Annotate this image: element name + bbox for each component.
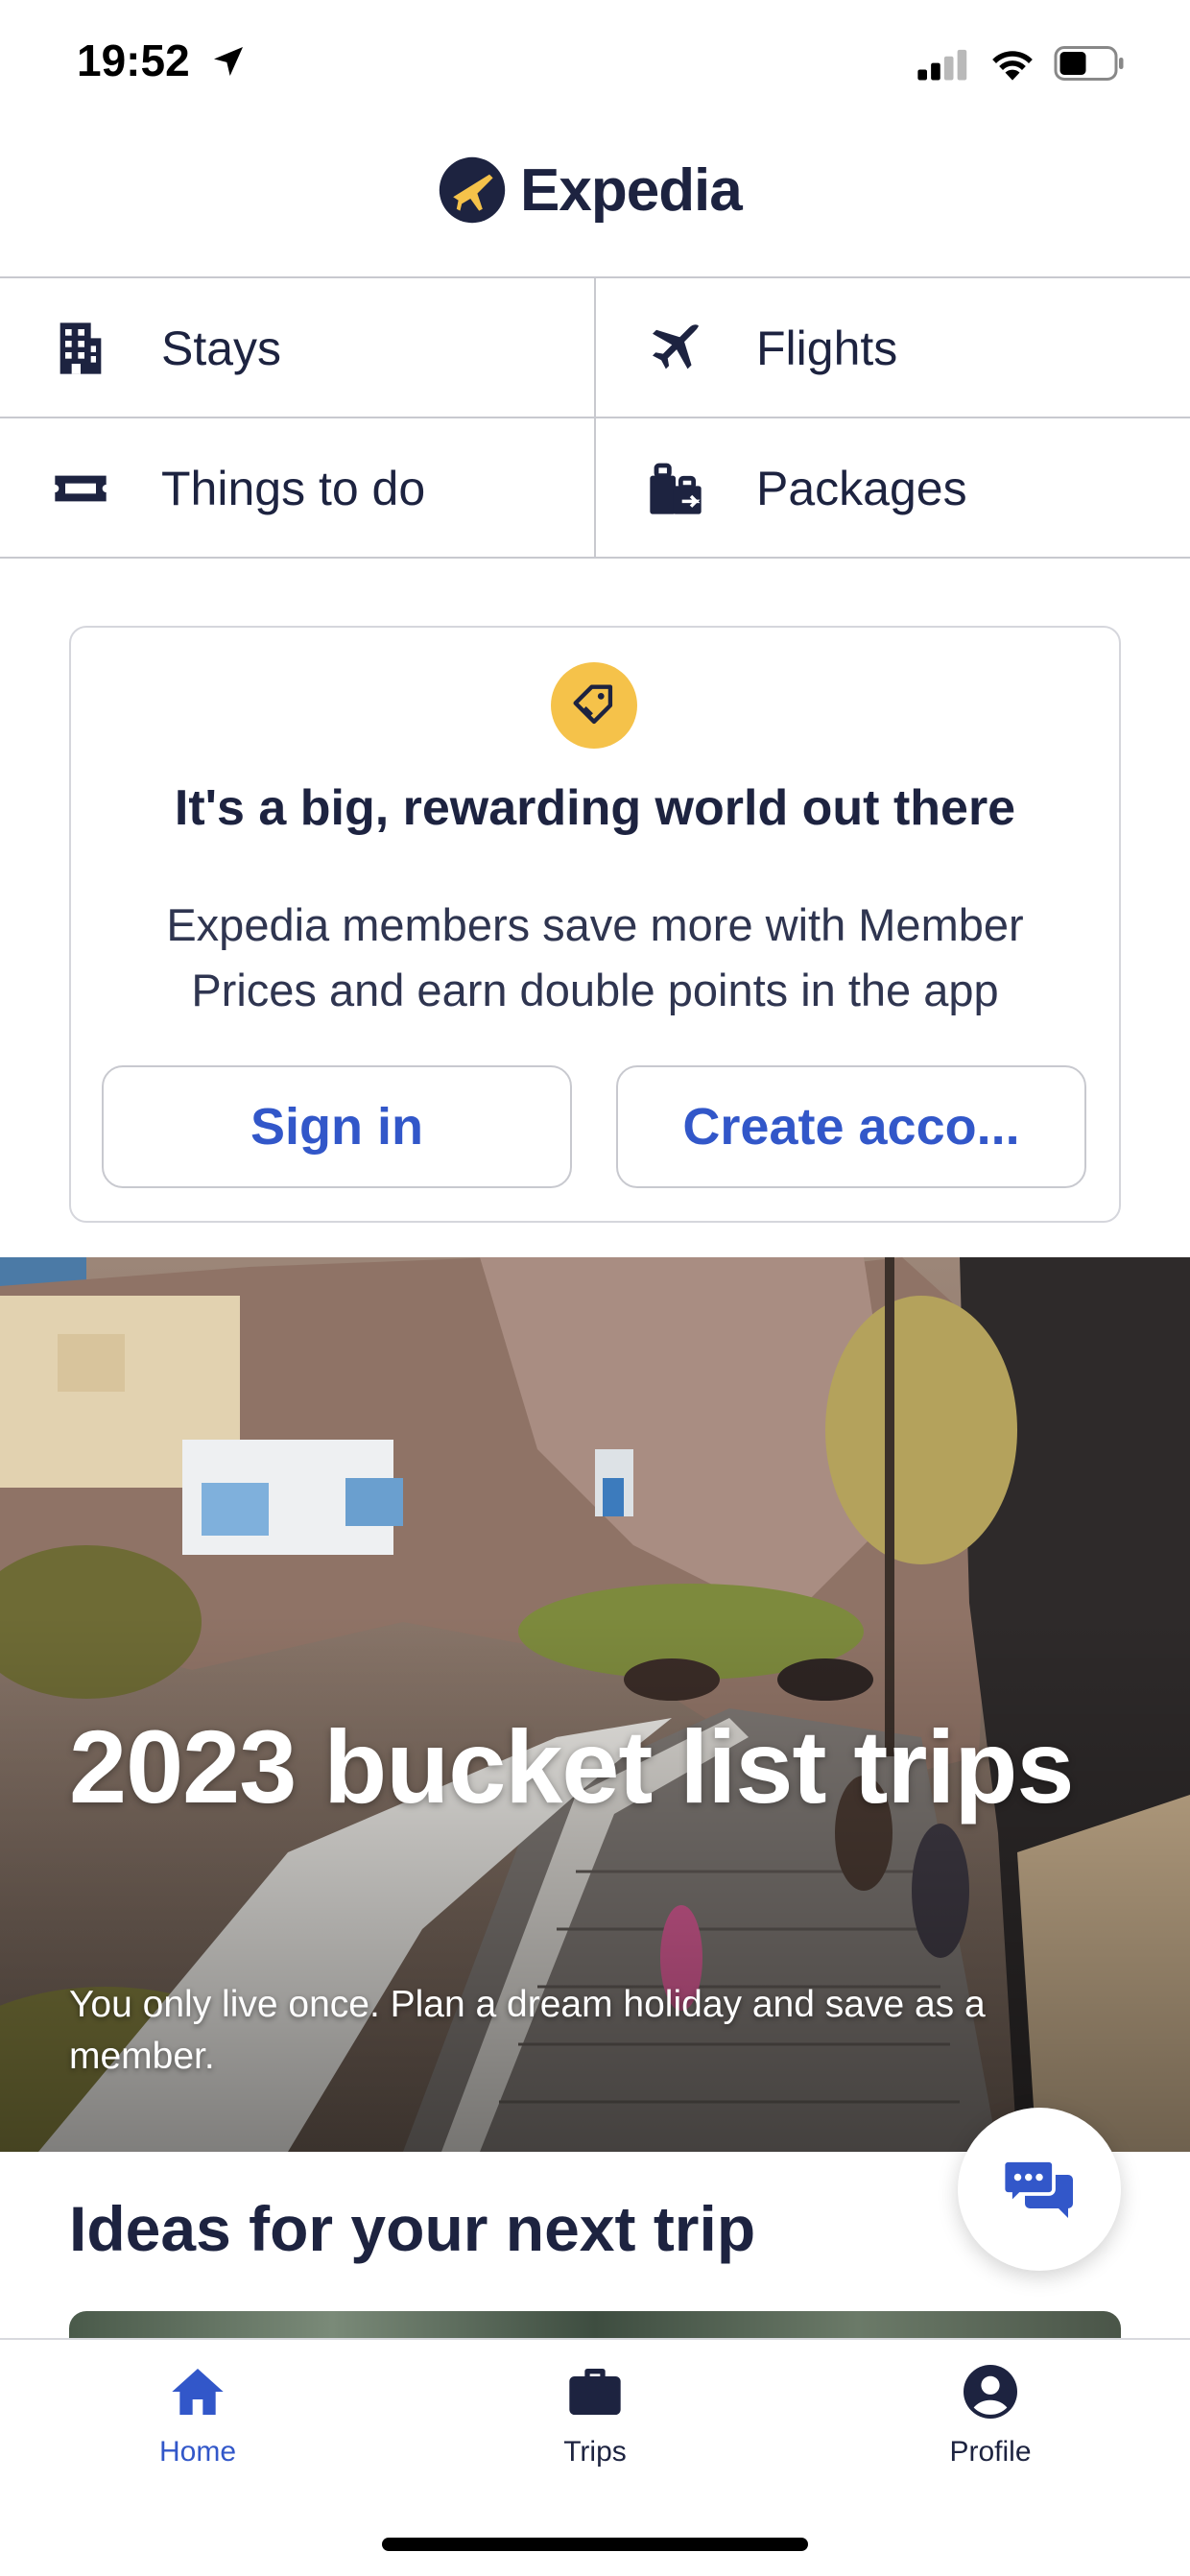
expedia-logo-icon xyxy=(439,156,506,224)
rewards-tag-icon xyxy=(551,662,637,749)
briefcase-icon xyxy=(569,2369,621,2415)
create-account-button[interactable]: Create acco... xyxy=(616,1065,1086,1188)
nav-things-to-do-label: Things to do xyxy=(161,462,426,515)
nav-stays-label: Stays xyxy=(161,322,282,375)
tab-home[interactable]: Home xyxy=(102,2361,294,2469)
expedia-logo[interactable]: Expedia xyxy=(438,152,743,228)
home-icon xyxy=(172,2369,224,2415)
tab-trips-label: Trips xyxy=(563,2436,627,2468)
building-icon xyxy=(60,322,102,374)
hero-subtitle: You only live once. Plan a dream holiday… xyxy=(69,1984,986,2077)
chat-button[interactable] xyxy=(958,2108,1121,2271)
home-indicator xyxy=(382,2538,808,2551)
ticket-icon xyxy=(55,475,107,502)
nav-flights-label: Flights xyxy=(756,322,898,375)
location-arrow-icon xyxy=(214,47,243,76)
rewards-title: It's a big, rewarding world out there xyxy=(174,780,1016,836)
chat-bubbles-icon xyxy=(1001,2159,1073,2218)
tag-icon xyxy=(573,684,613,725)
tab-profile-label: Profile xyxy=(949,2436,1032,2468)
nav-packages[interactable]: Packages xyxy=(595,418,1190,559)
logo-text: Expedia xyxy=(520,156,743,224)
airplane-icon xyxy=(653,324,699,370)
wifi-icon xyxy=(992,51,1033,81)
nav-flights[interactable]: Flights xyxy=(595,278,1190,418)
profile-icon xyxy=(964,2365,1017,2419)
tab-home-label: Home xyxy=(158,2436,237,2468)
status-time: 19:52 xyxy=(77,36,190,85)
tab-trips[interactable]: Trips xyxy=(499,2361,691,2469)
nav-divider-horizontal xyxy=(0,417,1190,418)
nav-stays[interactable]: Stays xyxy=(0,278,595,418)
ideas-heading: Ideas for your next trip xyxy=(69,2193,756,2264)
hero-title: 2023 bucket list trips xyxy=(69,1708,1074,1825)
tab-profile[interactable]: Profile xyxy=(894,2361,1086,2469)
luggage-icon xyxy=(650,463,702,514)
rewards-body: Expedia members save more with Member Pr… xyxy=(166,899,1024,1015)
sign-in-button[interactable]: Sign in xyxy=(102,1065,572,1188)
idea-card-image[interactable] xyxy=(69,2311,1121,2340)
nav-packages-label: Packages xyxy=(756,462,967,515)
battery-icon xyxy=(1054,46,1124,81)
cellular-signal-icon xyxy=(917,49,967,81)
nav-things-to-do[interactable]: Things to do xyxy=(0,418,595,559)
